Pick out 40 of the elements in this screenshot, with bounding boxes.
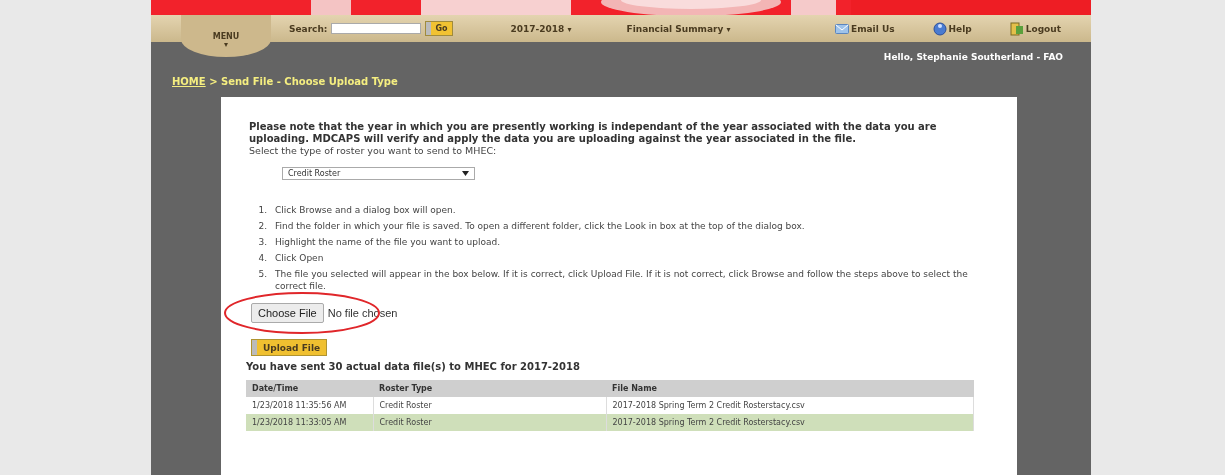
roster-select[interactable]: Credit Roster — [282, 167, 475, 180]
top-link[interactable]: Help — [932, 21, 972, 36]
exit-door-icon — [1009, 21, 1024, 36]
step-number: 4. — [257, 252, 267, 264]
table-row[interactable]: 1/23/2018 11:35:56 AM Credit Roster 2017-2018 Spring Term 2 Credit Rosterstacy.csv — [246, 397, 974, 414]
step-number: 1. — [257, 204, 267, 216]
table-cell: Credit Roster — [373, 414, 606, 431]
help-icon — [932, 21, 947, 36]
envelope-icon — [835, 21, 849, 36]
top-link[interactable]: Email Us — [835, 21, 895, 36]
nav-dropdown[interactable]: Financial Summary ▾ — [626, 23, 731, 34]
step-text: The file you selected will appear in the box below. If it is correct, click Upload File. If it is not correct, click Browse and follow the steps above to select the correct file. — [275, 268, 969, 292]
step-text: Click Browse and a dialog box will open. — [275, 204, 456, 216]
summary-text: You have sent 30 actual data file(s) to MHEC for 2017-2018 — [246, 361, 581, 372]
step-text: Highlight the name of the file you want to upload. — [275, 236, 501, 248]
table-cell: 2017-2018 Spring Term 2 Credit Rosterstacy.csv — [606, 414, 974, 431]
column-header: File Name — [606, 380, 974, 397]
step-text: Find the folder in which your file is saved. To open a different folder, click the Look in box at the top of the dialog box. — [275, 220, 805, 232]
choose-file-button[interactable]: Choose File — [251, 303, 324, 323]
column-header: Date/Time — [246, 380, 373, 397]
menu-button[interactable]: MENU ▾ — [181, 15, 271, 57]
notice-text: Please note that the year in which you are presently working is independant of the year associated with the data you are uploading. MDCAPS will verify and apply the data you are uploading against the year associated in the file. — [249, 121, 938, 145]
prompt-text: Select the type of roster you want to send to MHEC: — [249, 145, 498, 157]
step-number: 2. — [257, 220, 267, 232]
step-number: 3. — [257, 236, 267, 248]
go-button[interactable]: Go — [425, 21, 453, 36]
breadcrumb-text: > Send File - Choose Upload Type — [208, 76, 398, 87]
upload-button[interactable]: Upload File — [251, 339, 328, 356]
home-link[interactable]: HOME — [172, 76, 206, 87]
nav-dropdown[interactable]: 2017-2018 ▾ — [510, 23, 572, 34]
step-number: 5. — [257, 268, 267, 281]
column-header: Roster Type — [373, 380, 606, 397]
top-link[interactable]: Logout — [1009, 21, 1061, 36]
search-field[interactable] — [331, 23, 422, 34]
step-text: Click Open — [275, 252, 324, 264]
dropdown-arrow-icon — [462, 171, 469, 176]
table-row[interactable]: 1/23/2018 11:33:05 AM Credit Roster 2017-2018 Spring Term 2 Credit Rosterstacy.csv — [246, 414, 974, 431]
greeting-text: Hello, Stephanie Southerland - FAO — [883, 52, 1063, 64]
table-cell: 1/23/2018 11:33:05 AM — [246, 414, 373, 431]
search-label: Search: — [289, 23, 328, 34]
